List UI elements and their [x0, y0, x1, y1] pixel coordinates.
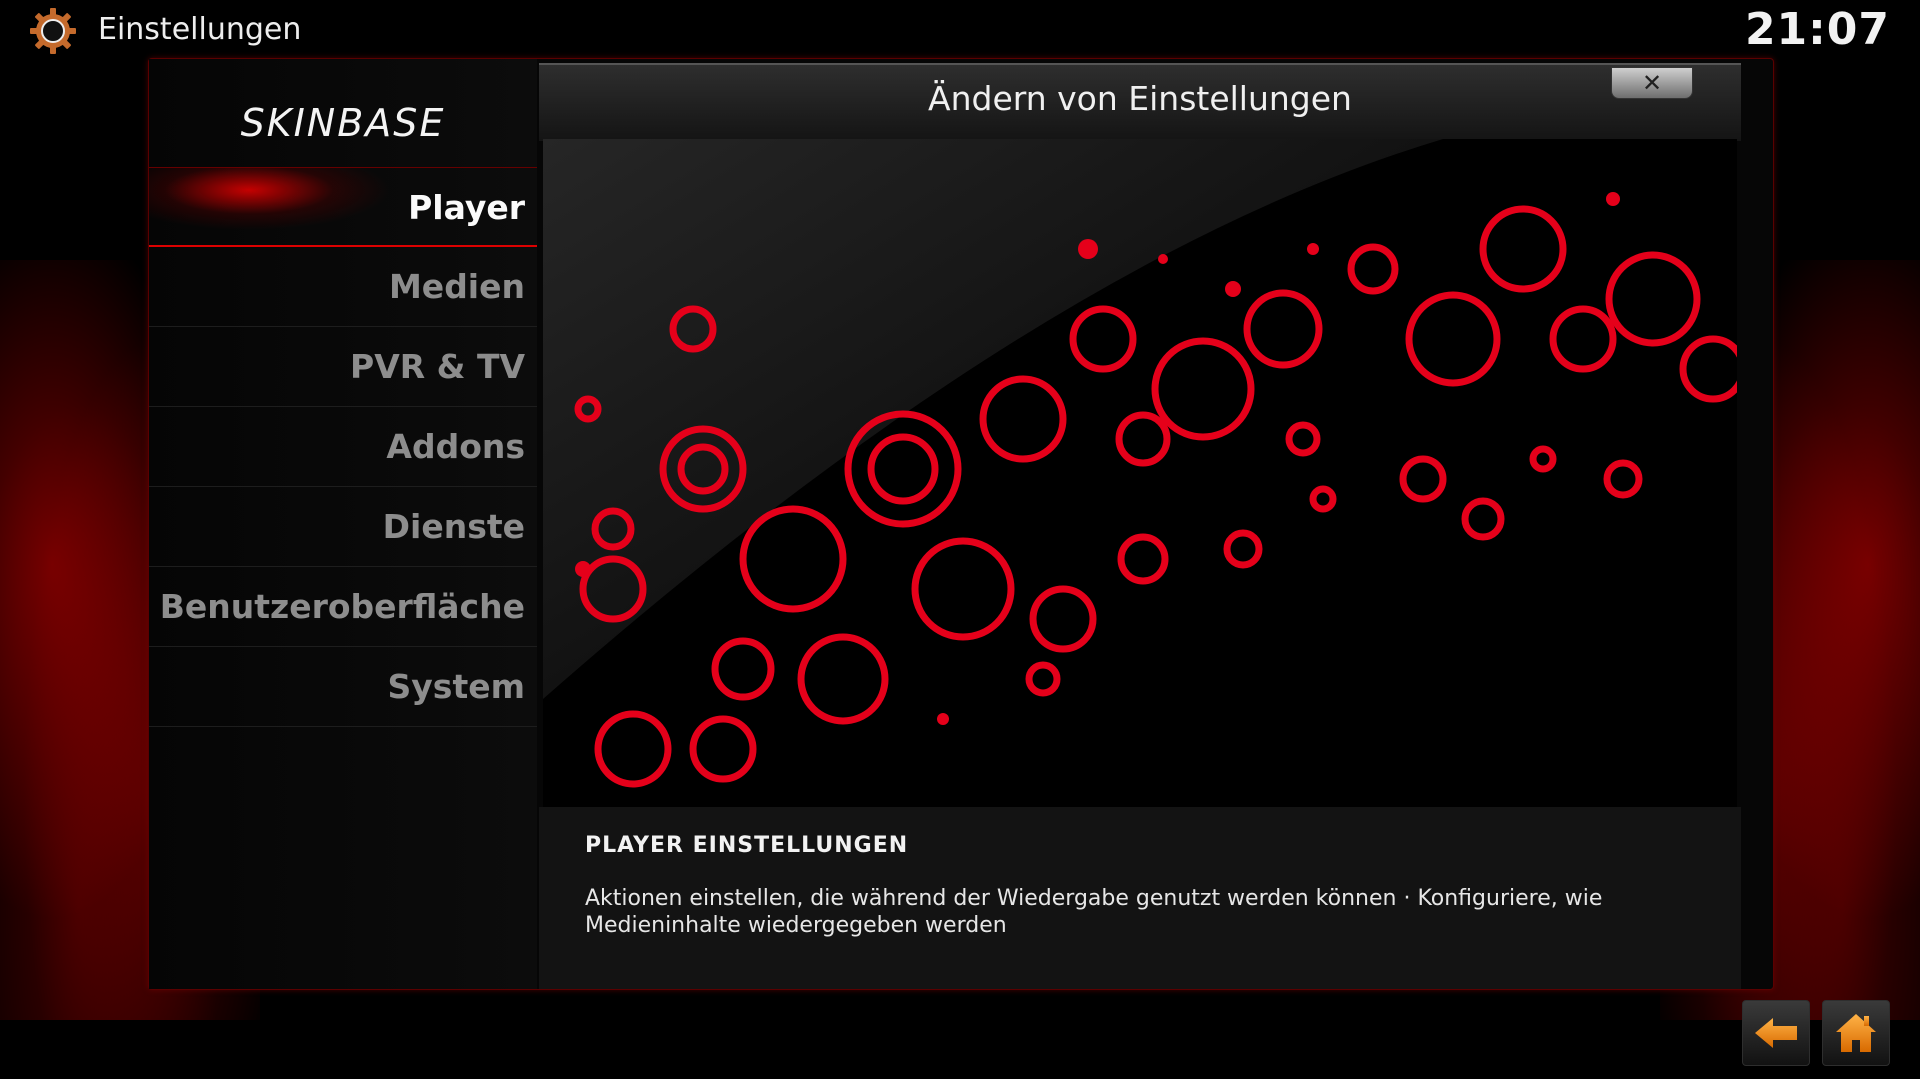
top-bar: Einstellungen 21:07 — [0, 0, 1920, 60]
sidebar-item-benutzeroberflaeche[interactable]: Benutzeroberfläche — [149, 567, 537, 647]
home-button[interactable] — [1822, 1000, 1890, 1066]
description-box: PLAYER EINSTELLUNGEN Aktionen einstellen… — [539, 807, 1741, 989]
window-title: Einstellungen — [98, 12, 302, 47]
gear-icon — [30, 8, 76, 54]
sidebar-item-dienste[interactable]: Dienste — [149, 487, 537, 567]
content-header: Ändern von Einstellungen ✕ — [539, 63, 1741, 141]
sidebar-item-addons[interactable]: Addons — [149, 407, 537, 487]
close-button[interactable]: ✕ — [1611, 67, 1693, 99]
sidebar-item-pvr-tv[interactable]: PVR & TV — [149, 327, 537, 407]
sidebar-item-player[interactable]: Player — [149, 167, 537, 247]
red-bubbles-image — [543, 139, 1737, 807]
sidebar: SKINBASE Player Medien PVR & TV Addons D… — [149, 59, 537, 989]
clock: 21:07 — [1744, 4, 1890, 55]
settings-panel: SKINBASE Player Medien PVR & TV Addons D… — [148, 58, 1774, 990]
skin-brand-logo: SKINBASE — [240, 101, 446, 145]
settings-nav: Player Medien PVR & TV Addons Dienste Be… — [149, 167, 537, 727]
description-text: Aktionen einstellen, die während der Wie… — [585, 886, 1603, 938]
sidebar-item-system[interactable]: System — [149, 647, 537, 727]
content-area: Ändern von Einstellungen ✕ PLAYER EINSTE… — [539, 59, 1741, 989]
category-artwork — [543, 139, 1737, 807]
page-title: Ändern von Einstellungen — [928, 79, 1352, 118]
sidebar-item-medien[interactable]: Medien — [149, 247, 537, 327]
back-arrow-icon — [1755, 1018, 1797, 1048]
back-button[interactable] — [1742, 1000, 1810, 1066]
home-icon — [1836, 1014, 1876, 1052]
description-title: PLAYER EINSTELLUNGEN — [585, 833, 909, 858]
close-icon: ✕ — [1641, 69, 1663, 97]
